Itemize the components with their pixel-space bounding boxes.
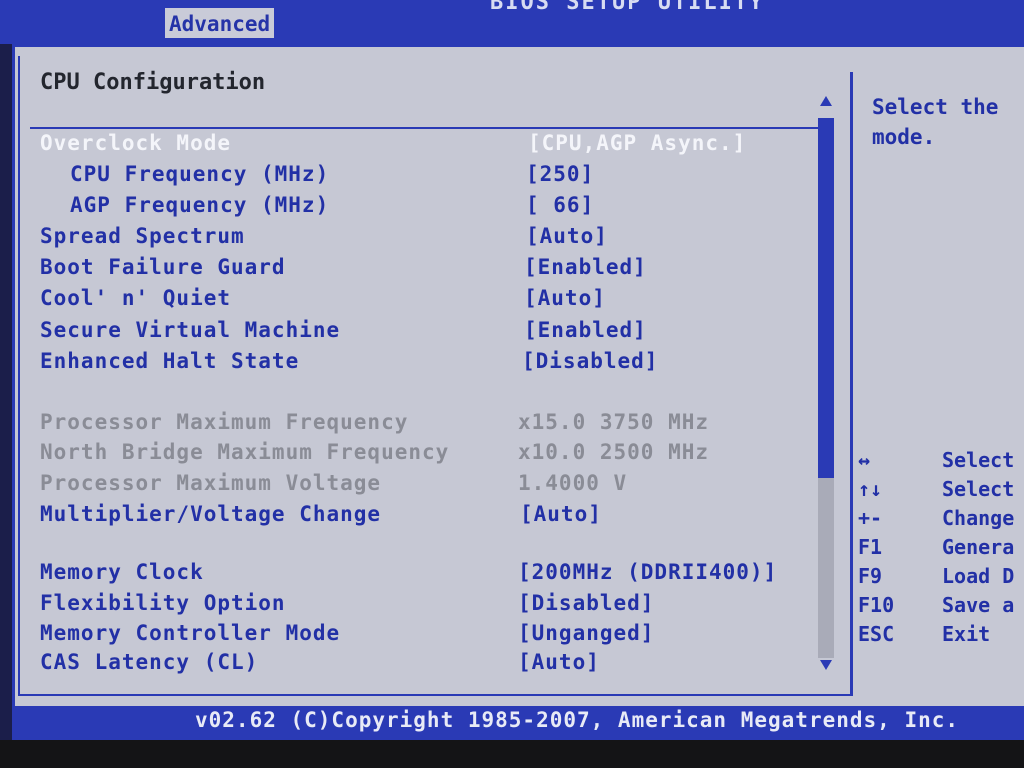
key-legend-row: F9 Load D [858, 564, 1024, 593]
setting-row[interactable]: Multiplier/Voltage Change [Auto] [0, 502, 820, 532]
scrollbar-thumb[interactable] [818, 118, 834, 478]
setting-label: Flexibility Option [40, 591, 286, 615]
key-description: Change [942, 506, 1015, 530]
setting-label: Enhanced Halt State [40, 349, 300, 373]
setting-row[interactable]: Cool' n' Quiet [Auto] [0, 286, 820, 316]
key-label: +- [858, 506, 883, 530]
key-legend: ↔ Select ↑↓ Select +- Change F1 Genera F9 Load DF… [858, 448, 1024, 651]
setting-label: Memory Controller Mode [40, 621, 341, 645]
help-text: Select the mode. [872, 95, 999, 149]
setting-row[interactable]: AGP Frequency (MHz) [ 66] [0, 193, 820, 223]
setting-row[interactable]: Flexibility Option [Disabled] [0, 591, 820, 621]
setting-label: Memory Clock [40, 560, 204, 584]
setting-label: North Bridge Maximum Frequency [40, 440, 450, 464]
setting-label: Overclock Mode [40, 131, 232, 155]
setting-value[interactable]: [Auto] [518, 650, 600, 674]
setting-row[interactable]: Memory Controller Mode [Unganged] [0, 621, 820, 651]
scroll-down-arrow-icon[interactable] [820, 660, 832, 670]
key-description: Exit [942, 622, 991, 646]
setting-label: Processor Maximum Frequency [40, 410, 409, 434]
setting-row[interactable]: Boot Failure Guard [Enabled] [0, 255, 820, 285]
bios-screen: BIOS SETUP UTILITY Advanced CPU Configur… [0, 0, 1024, 768]
key-legend-row: F10 Save a [858, 593, 1024, 622]
key-description: Select [942, 477, 1015, 501]
key-description: Genera [942, 535, 1015, 559]
setting-value: x15.0 3750 MHz [518, 410, 710, 434]
key-legend-row: ESC Exit [858, 622, 1024, 651]
setting-value[interactable]: [Disabled] [518, 591, 654, 615]
key-legend-row: ↔ Select [858, 448, 1024, 477]
section-title: CPU Configuration [40, 70, 266, 95]
title-bar: BIOS SETUP UTILITY Advanced [0, 0, 1024, 40]
setting-row: North Bridge Maximum Frequency x10.0 2500… [0, 440, 820, 470]
setting-value[interactable]: [Unganged] [518, 621, 654, 645]
setting-row[interactable]: Enhanced Halt State [Disabled] [0, 349, 820, 379]
setting-value[interactable]: [Enabled] [524, 318, 647, 342]
key-label: F1 [858, 535, 883, 559]
setting-label: Multiplier/Voltage Change [40, 502, 382, 526]
tab-advanced[interactable]: Advanced [165, 8, 275, 40]
key-description: Load D [942, 564, 1015, 588]
key-description: Select [942, 448, 1015, 472]
setting-label: Spread Spectrum [40, 224, 245, 248]
key-legend-row: +- Change [858, 506, 1024, 535]
setting-label: Boot Failure Guard [40, 255, 286, 279]
setting-row[interactable]: Memory Clock [200MHz (DDRII400)] [0, 560, 820, 590]
scroll-up-arrow-icon[interactable] [820, 96, 832, 106]
setting-value[interactable]: [Auto] [524, 286, 606, 310]
key-label: F10 [858, 593, 895, 617]
setting-value[interactable]: [250] [526, 162, 594, 186]
setting-label: Processor Maximum Voltage [40, 471, 382, 495]
key-description: Save a [942, 593, 1015, 617]
setting-label: AGP Frequency (MHz) [70, 193, 330, 217]
key-legend-row: ↑↓ Select [858, 477, 1024, 506]
key-label: F9 [858, 564, 883, 588]
setting-value[interactable]: [Enabled] [524, 255, 647, 279]
setting-label: CAS Latency (CL) [40, 650, 259, 674]
bezel-bottom [0, 740, 1024, 768]
copyright-text: v02.62 (C)Copyright 1985-2007, American … [195, 708, 960, 732]
setting-value[interactable]: [ 66] [526, 193, 594, 217]
setting-value[interactable]: [CPU,AGP Async.] [528, 131, 746, 155]
setting-value: 1.4000 V [518, 471, 628, 495]
help-divider [850, 72, 853, 696]
app-title: BIOS SETUP UTILITY [490, 0, 765, 15]
setting-row[interactable]: Overclock Mode [CPU,AGP Async.] [0, 131, 820, 161]
key-legend-row: F1 Genera [858, 535, 1024, 564]
setting-row: Processor Maximum Voltage 1.4000 V [0, 471, 820, 501]
setting-label: Secure Virtual Machine [40, 318, 341, 342]
key-label: ↑↓ [858, 477, 883, 501]
setting-row[interactable]: CPU Frequency (MHz) [250] [0, 162, 820, 192]
setting-label: CPU Frequency (MHz) [70, 162, 330, 186]
setting-value[interactable]: [Auto] [520, 502, 602, 526]
key-label: ↔ [858, 448, 871, 472]
setting-row[interactable]: CAS Latency (CL) [Auto] [0, 650, 820, 680]
setting-value: x10.0 2500 MHz [518, 440, 710, 464]
setting-row: Processor Maximum Frequency x15.0 3750 MH… [0, 410, 820, 440]
setting-value[interactable]: [Auto] [526, 224, 608, 248]
setting-value[interactable]: [200MHz (DDRII400)] [518, 560, 777, 584]
setting-row[interactable]: Secure Virtual Machine [Enabled] [0, 318, 820, 348]
setting-value[interactable]: [Disabled] [522, 349, 658, 373]
key-label: ESC [858, 622, 895, 646]
section-title-rule [30, 127, 826, 129]
setting-row[interactable]: Spread Spectrum [Auto] [0, 224, 820, 254]
setting-label: Cool' n' Quiet [40, 286, 232, 310]
